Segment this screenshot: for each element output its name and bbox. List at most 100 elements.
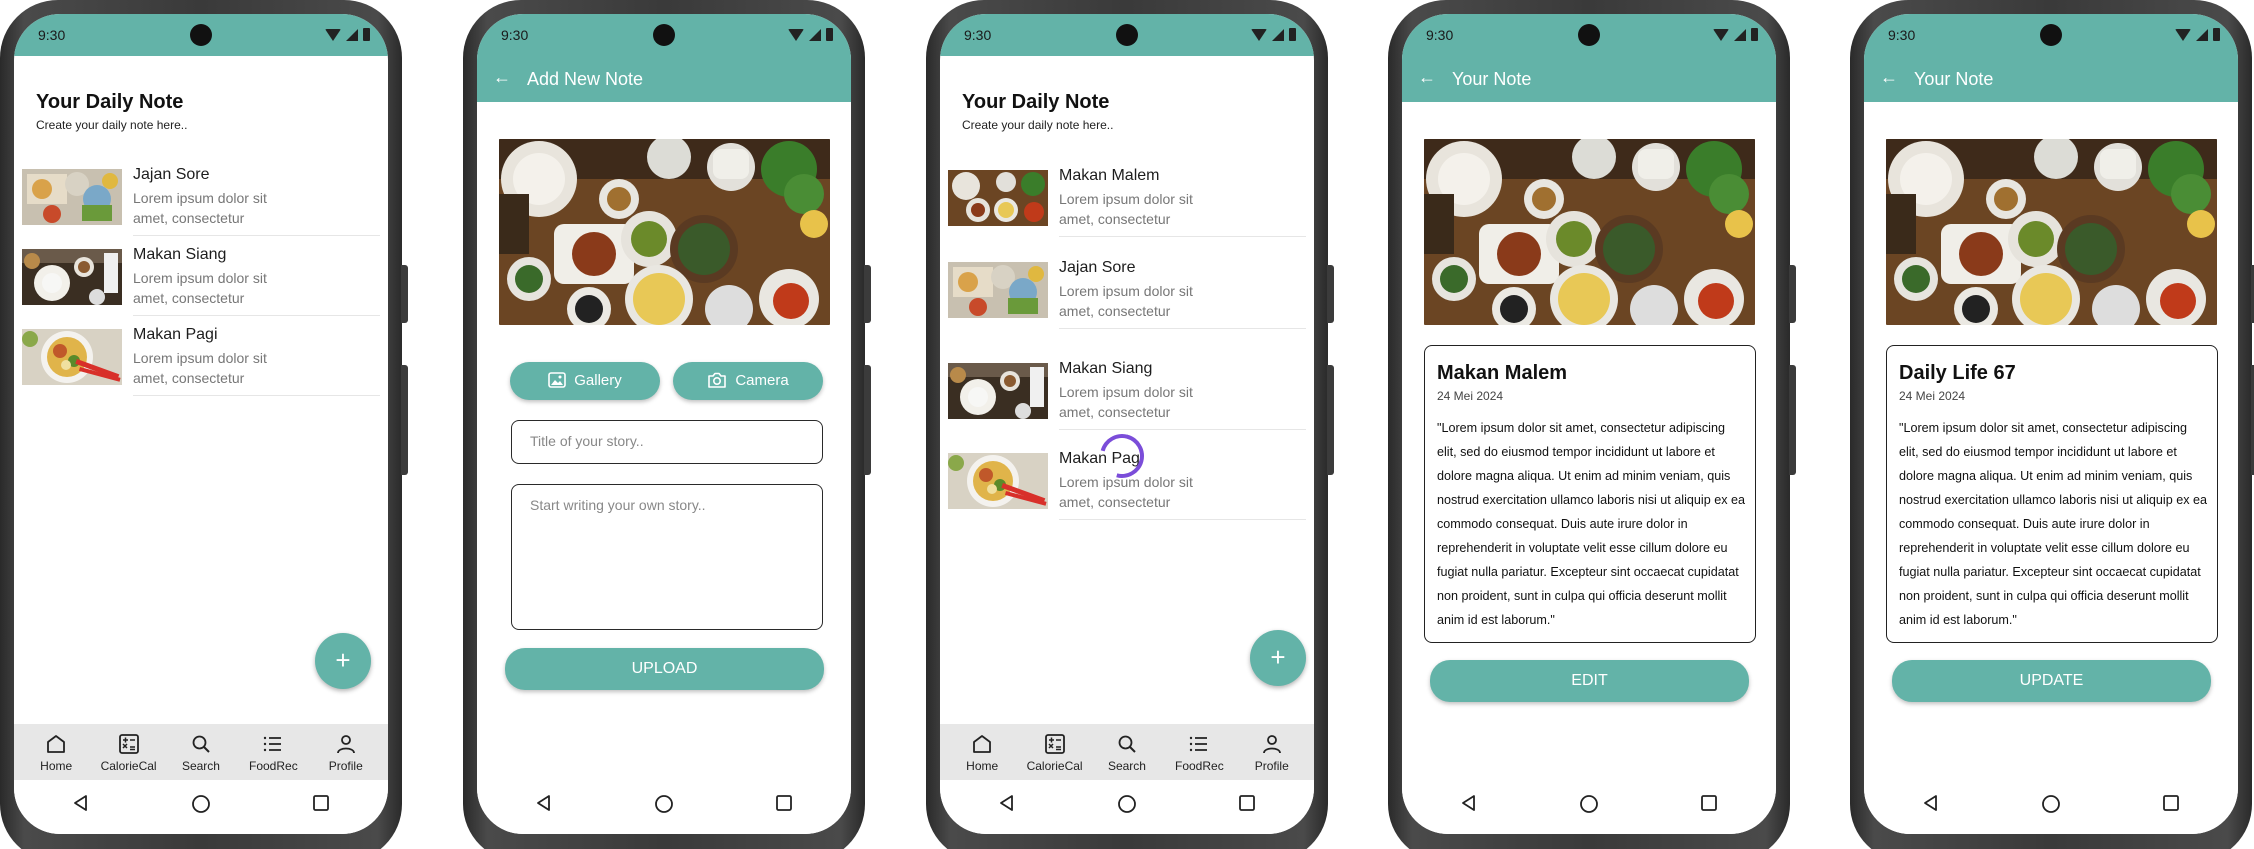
nav-home[interactable]: Home	[948, 724, 1016, 780]
search-icon	[1118, 735, 1136, 753]
phone-frame-1: 9:30 Your Daily Note Create your daily n…	[0, 0, 408, 849]
status-time: 9:30	[1426, 27, 1454, 43]
divider	[1059, 519, 1306, 520]
food-thumbnail	[22, 169, 122, 225]
signal-icon	[1734, 29, 1746, 41]
recents-square-icon[interactable]	[1700, 794, 1718, 812]
back-arrow-icon[interactable]: ←	[1418, 67, 1436, 88]
note-title[interactable]: Daily Life 67	[1899, 362, 2016, 385]
nav-label: Home	[40, 759, 73, 773]
nav-profile[interactable]: Profile	[1238, 724, 1306, 780]
divider	[1059, 429, 1306, 430]
volume-button	[401, 265, 408, 323]
screen-daily-note-list-updated: 9:30 Your Daily Note Create your daily n…	[940, 14, 1314, 834]
volume-button	[1327, 265, 1334, 323]
calculator-icon	[1044, 734, 1065, 754]
page-subtitle: Create your daily note here..	[962, 118, 1114, 132]
food-thumbnail	[948, 170, 1048, 226]
divider	[1059, 236, 1306, 237]
front-camera	[190, 24, 212, 46]
gallery-button[interactable]: Gallery	[510, 362, 660, 400]
recents-square-icon[interactable]	[2162, 794, 2180, 812]
home-circle-icon[interactable]	[1117, 794, 1137, 814]
recents-square-icon[interactable]	[1238, 794, 1256, 812]
status-icons	[1251, 27, 1296, 41]
back-triangle-icon[interactable]	[72, 794, 90, 812]
title-input[interactable]: Title of your story..	[511, 420, 823, 464]
back-triangle-icon[interactable]	[1460, 794, 1478, 812]
nav-caloriecal[interactable]: CalorieCal	[1021, 724, 1089, 780]
nav-foodrec[interactable]: FoodRec	[1165, 724, 1233, 780]
back-arrow-icon[interactable]: ←	[1880, 67, 1898, 88]
recents-square-icon[interactable]	[312, 794, 330, 812]
back-arrow-icon[interactable]: ←	[493, 67, 511, 88]
wifi-icon	[788, 29, 804, 41]
note-description: Lorem ipsum dolor sit amet, consectetur	[1059, 191, 1193, 227]
phone-frame-3: 9:30 Your Daily Note Create your daily n…	[926, 0, 1334, 849]
list-item[interactable]: Makan Siang Lorem ipsum dolor sit amet, …	[22, 236, 384, 316]
upload-button[interactable]: UPLOAD	[505, 648, 824, 690]
home-circle-icon[interactable]	[2041, 794, 2061, 814]
battery-icon	[826, 28, 833, 41]
back-triangle-icon[interactable]	[1922, 794, 1940, 812]
volume-button	[864, 265, 871, 323]
status-time: 9:30	[501, 27, 529, 43]
front-camera	[1578, 24, 1600, 46]
list-item[interactable]: Jajan Sore Lorem ipsum dolor sit amet, c…	[948, 249, 1310, 329]
back-triangle-icon[interactable]	[535, 794, 553, 812]
edit-button[interactable]: EDIT	[1430, 660, 1749, 702]
update-button[interactable]: UPDATE	[1892, 660, 2211, 702]
phone-frame-2: 9:30 ← Add New Note Gallery Camera Title…	[463, 0, 871, 849]
app-bar: ← Add New Note	[477, 56, 851, 102]
power-button	[401, 365, 408, 475]
nav-label: Search	[1107, 759, 1146, 773]
status-icons	[1713, 27, 1758, 41]
list-item[interactable]: Jajan Sore Lorem ipsum dolor sit amet, c…	[22, 156, 384, 236]
app-bar-title: Add New Note	[527, 69, 644, 89]
note-card: Makan Malem 24 Mei 2024 "Lorem ipsum dol…	[1424, 345, 1756, 643]
nav-foodrec[interactable]: FoodRec	[239, 724, 307, 780]
nav-caloriecal[interactable]: CalorieCal	[95, 724, 163, 780]
home-circle-icon[interactable]	[654, 794, 674, 814]
note-title: Makan Malem	[1437, 362, 1568, 384]
add-note-fab[interactable]: +	[315, 633, 371, 689]
recents-square-icon[interactable]	[775, 794, 793, 812]
nav-label: FoodRec	[1175, 759, 1224, 773]
back-triangle-icon[interactable]	[998, 794, 1016, 812]
battery-icon	[363, 28, 370, 41]
page-title: Your Daily Note	[962, 91, 1110, 113]
note-title: Jajan Sore	[133, 166, 210, 183]
search-icon	[192, 735, 210, 753]
system-navigation	[1864, 780, 2238, 834]
list-item[interactable]: Makan Malem Lorem ipsum dolor sit amet, …	[948, 157, 1310, 237]
list-item[interactable]: Makan Pagi Lorem ipsum dolor sit amet, c…	[22, 316, 384, 396]
note-title: Makan Malem	[1059, 167, 1160, 184]
camera-label: Camera	[735, 372, 789, 389]
add-note-fab[interactable]: +	[1250, 630, 1306, 686]
wifi-icon	[1713, 29, 1729, 41]
status-time: 9:30	[1888, 27, 1916, 43]
nav-search[interactable]: Search	[1093, 724, 1161, 780]
home-circle-icon[interactable]	[191, 794, 211, 814]
list-icon	[1190, 736, 1208, 752]
note-description: Lorem ipsum dolor sit amet, consectetur	[1059, 283, 1193, 319]
nav-search[interactable]: Search	[167, 724, 235, 780]
signal-icon	[1272, 29, 1284, 41]
home-icon	[973, 735, 992, 753]
note-body[interactable]: "Lorem ipsum dolor sit amet, consectetur…	[1899, 416, 2209, 632]
nav-home[interactable]: Home	[22, 724, 90, 780]
camera-button[interactable]: Camera	[673, 362, 823, 400]
note-card-editable[interactable]: Daily Life 67 24 Mei 2024 "Lorem ipsum d…	[1886, 345, 2218, 643]
status-bar: 9:30	[1864, 14, 2238, 56]
battery-icon	[1751, 28, 1758, 41]
note-date: 24 Mei 2024	[1899, 389, 1966, 403]
nav-profile[interactable]: Profile	[312, 724, 380, 780]
nav-label: FoodRec	[249, 759, 298, 773]
home-circle-icon[interactable]	[1579, 794, 1599, 814]
list-item[interactable]: Makan Siang Lorem ipsum dolor sit amet, …	[948, 350, 1310, 430]
note-title: Jajan Sore	[1059, 259, 1136, 276]
power-button	[864, 365, 871, 475]
bottom-navigation: Home CalorieCal Search FoodRec Profile	[940, 724, 1314, 780]
story-textarea[interactable]: Start writing your own story..	[511, 484, 823, 630]
screen-note-detail: 9:30 ← Your Note Makan Malem 24 Mei 2024…	[1402, 14, 1776, 834]
